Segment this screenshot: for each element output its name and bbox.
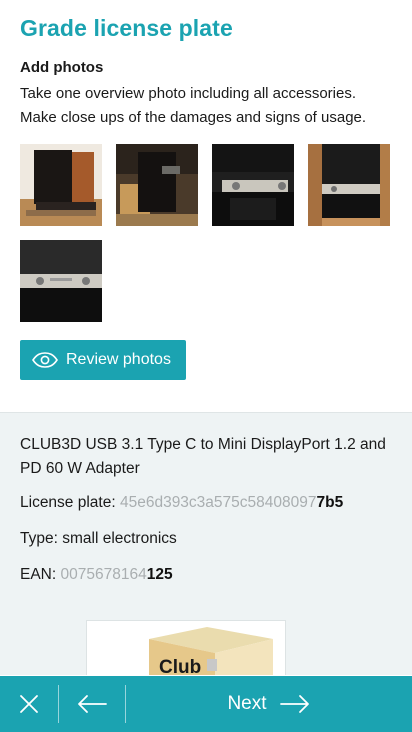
photo-section: Grade license plate Add photos Take one … xyxy=(0,0,412,412)
type-value: small electronics xyxy=(62,530,177,547)
type-label: Type: xyxy=(20,530,63,547)
page-title: Grade license plate xyxy=(20,15,233,41)
product-name: CLUB3D USB 3.1 Type C to Mini DisplayPor… xyxy=(20,436,386,477)
add-photos-heading: Add photos xyxy=(20,59,104,76)
product-info: CLUB3D USB 3.1 Type C to Mini DisplayPor… xyxy=(0,413,412,675)
arrow-right-icon xyxy=(279,695,309,713)
license-plate-suffix: 7b5 xyxy=(316,494,344,511)
photo-thumbnail[interactable] xyxy=(20,240,102,322)
close-icon xyxy=(20,695,38,713)
review-photos-label: Review photos xyxy=(66,351,171,368)
next-button[interactable]: Next xyxy=(126,676,412,732)
type-row: Type: small electronics xyxy=(20,527,392,551)
bottom-action-bar: Next xyxy=(0,676,412,732)
photo-thumbnail[interactable] xyxy=(212,144,294,226)
product-logo-text: Club xyxy=(159,657,201,675)
license-plate-prefix: 45e6d393c3a575c58408097 xyxy=(119,494,317,511)
ean-suffix: 125 xyxy=(146,566,173,583)
photo-instructions: Take one overview photo including all ac… xyxy=(20,85,367,126)
ean-label: EAN: xyxy=(20,566,61,583)
review-photos-button[interactable]: Review photos xyxy=(20,340,186,380)
photo-thumbnail[interactable] xyxy=(20,144,102,226)
photo-grid xyxy=(20,144,392,336)
license-plate-label: License plate: xyxy=(20,494,120,511)
back-button[interactable] xyxy=(59,676,125,732)
photo-thumbnail[interactable] xyxy=(116,144,198,226)
next-label: Next xyxy=(227,693,267,714)
eye-icon xyxy=(32,352,58,368)
license-plate-row: License plate: 45e6d393c3a575c584080977b… xyxy=(20,491,392,515)
arrow-left-icon xyxy=(78,695,107,713)
ean-row: EAN: 0075678164125 xyxy=(20,563,392,587)
close-button[interactable] xyxy=(0,676,58,732)
product-image: Club xyxy=(86,620,286,675)
photo-thumbnail[interactable] xyxy=(308,144,390,226)
ean-prefix: 0075678164 xyxy=(60,566,147,583)
